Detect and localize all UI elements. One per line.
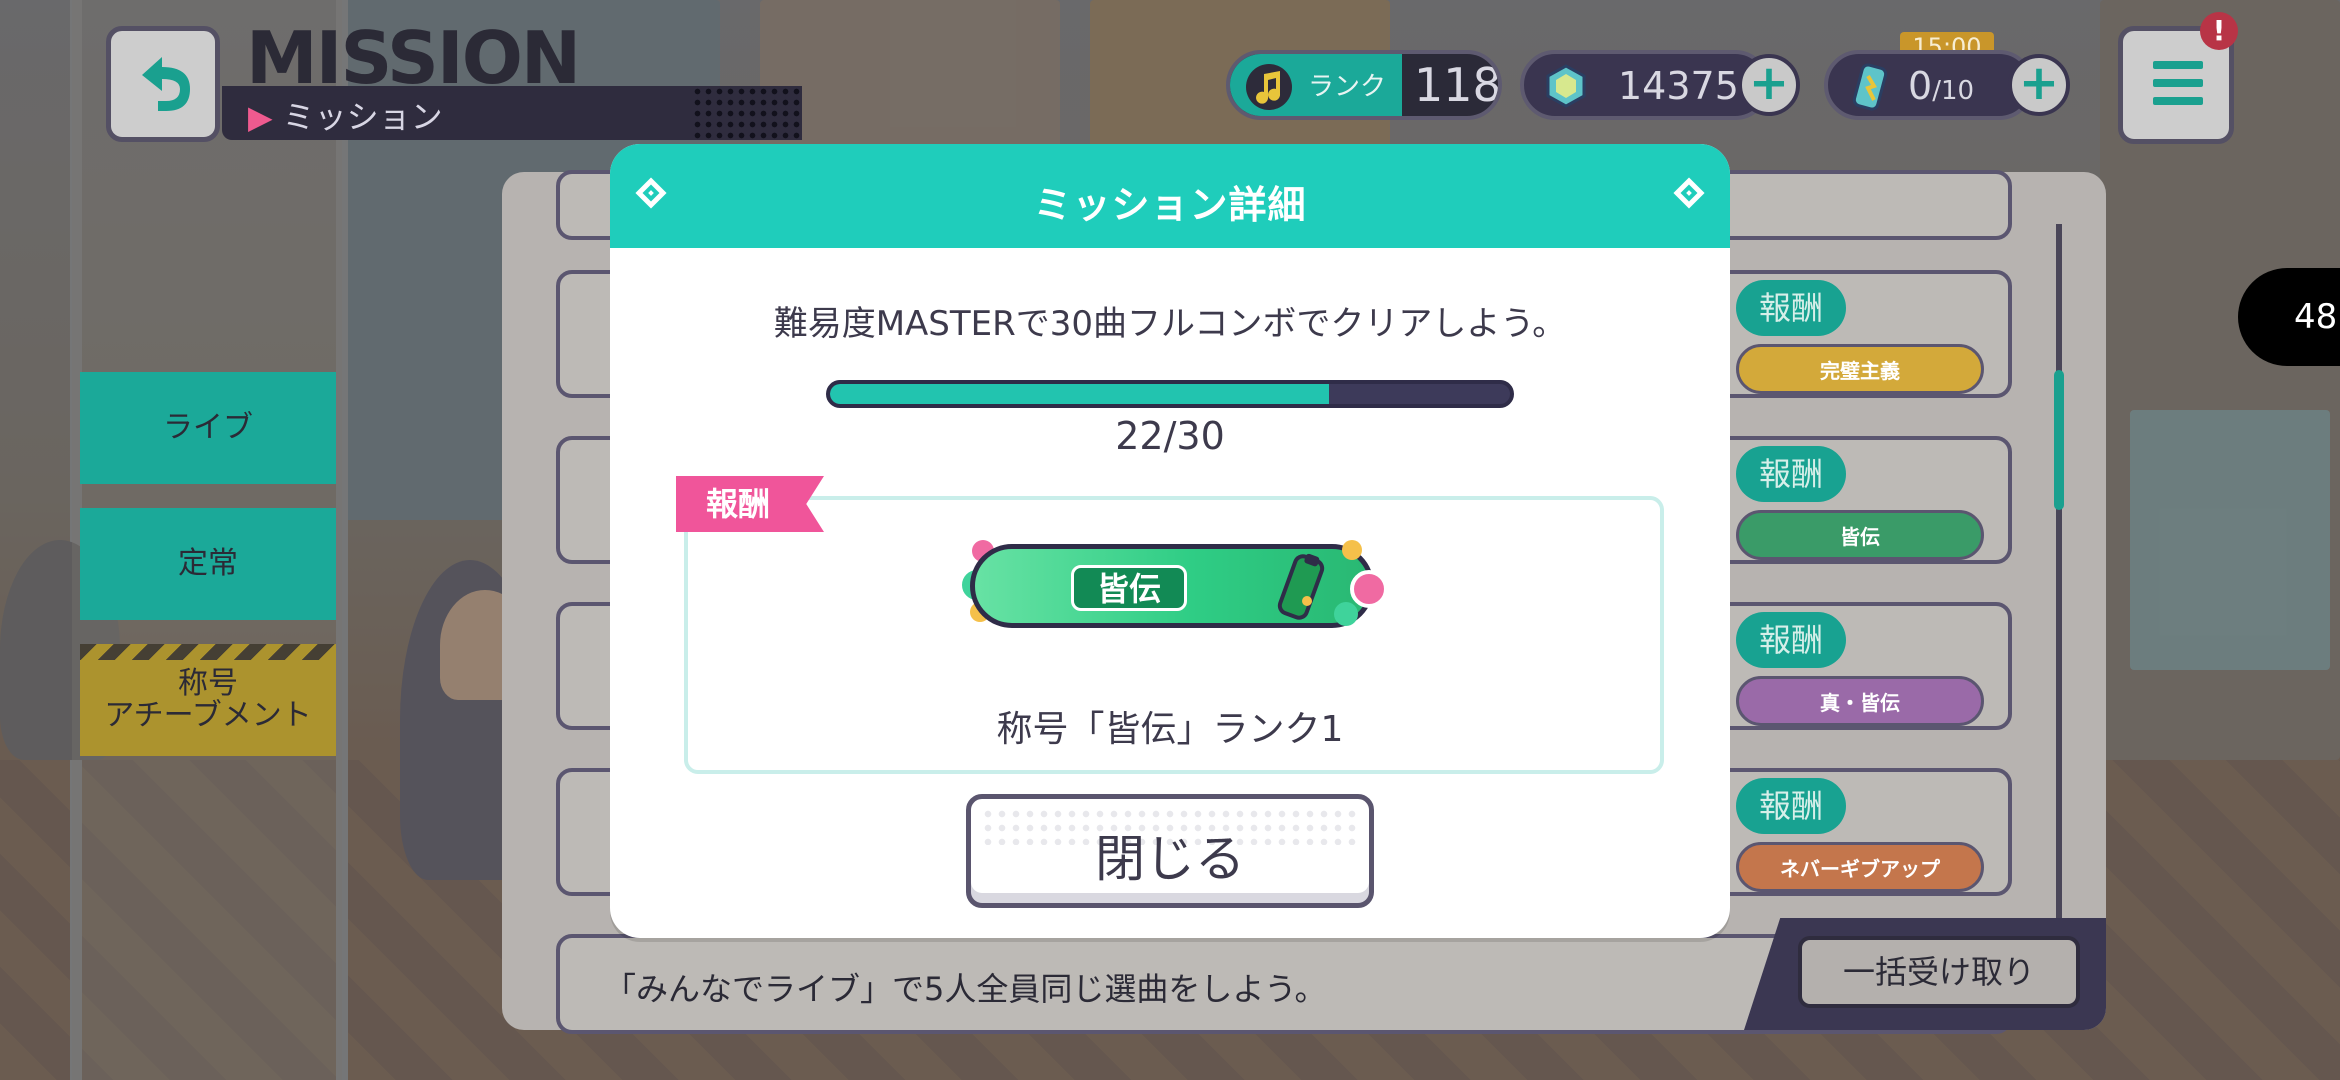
page-title: MISSION	[246, 16, 581, 100]
gem-display: 14375	[1520, 50, 1770, 120]
tab-live[interactable]: ライブ	[80, 372, 336, 484]
mission-row-text: 「みんなでライブ」で5人全員同じ選曲をしよう。	[604, 970, 1327, 1008]
gem-count: 14375	[1618, 64, 1739, 108]
tab-regular[interactable]: 定常	[80, 508, 336, 620]
add-energy-button[interactable]: +	[2008, 54, 2070, 116]
dialog-title: ミッション詳細	[1033, 183, 1307, 227]
reward-title-perfectionist: 完璧主義	[1736, 344, 1984, 394]
flower-icon	[1334, 602, 1358, 626]
side-counter[interactable]: 48	[2238, 268, 2340, 366]
add-gems-button[interactable]: +	[1738, 54, 1800, 116]
rank-label: ランク	[1308, 72, 1387, 102]
reward-flag: 報酬	[676, 476, 824, 532]
mission-description: 難易度MASTERで30曲フルコンボでクリアしよう。	[773, 304, 1567, 344]
page-subtitle: ▶ ミッション	[248, 98, 443, 136]
flower-icon	[1350, 570, 1388, 608]
energy-display: 0/10	[1824, 50, 2034, 120]
reward-title-never-give-up: ネバーギブアップ	[1736, 842, 1984, 892]
title-badge-label: 皆伝	[1071, 565, 1187, 611]
page-subtitle-text: ミッション	[282, 98, 443, 136]
reward-tag: 報酬	[1736, 612, 1846, 668]
close-button[interactable]: 閉じる	[966, 794, 1374, 908]
back-button[interactable]	[106, 26, 220, 142]
dialog-header: ミッション詳細	[610, 144, 1730, 248]
rank-display: ランク 118	[1226, 50, 1502, 120]
mission-progress-bar	[826, 380, 1514, 408]
energy-max: /10	[1932, 76, 1975, 106]
reward-tag: 報酬	[1736, 280, 1846, 336]
title-badge: 皆伝	[946, 536, 1398, 636]
energy-current: 0	[1908, 64, 1933, 108]
close-button-label: 閉じる	[1095, 830, 1245, 888]
reward-name: 称号「皆伝」ランク1	[996, 709, 1344, 750]
energy-count: 0/10	[1908, 64, 1974, 108]
reward-title-shin-kaiden: 真・皆伝	[1736, 676, 1984, 726]
energy-drink-icon	[1852, 63, 1888, 111]
flower-icon	[1342, 540, 1362, 560]
reward-tag: 報酬	[1736, 778, 1846, 834]
crystal-icon	[1546, 64, 1586, 108]
menu-alert-badge: !	[2200, 12, 2238, 50]
mission-progress-text: 22/30	[1115, 414, 1225, 458]
energy-can-icon	[1277, 553, 1325, 620]
scrollbar-thumb[interactable]	[2054, 370, 2064, 510]
menu-icon	[2153, 61, 2203, 69]
reward-title-kaiden: 皆伝	[1736, 510, 1984, 560]
title-badge-plate: 皆伝	[970, 544, 1374, 628]
reward-tag: 報酬	[1736, 446, 1846, 502]
back-arrow-icon	[142, 57, 190, 111]
scrollbar-track[interactable]	[2056, 224, 2062, 938]
mission-progress-fill	[830, 384, 1329, 404]
music-note-icon	[1246, 64, 1292, 110]
bulk-receive-button[interactable]: 一括受け取り	[1798, 936, 2080, 1008]
mission-detail-dialog: ミッション詳細 難易度MASTERで30曲フルコンボでクリアしよう。 22/30…	[610, 144, 1730, 938]
tab-title-achievement[interactable]: 称号 アチーブメント	[80, 644, 336, 756]
rank-value: 118	[1414, 58, 1502, 112]
